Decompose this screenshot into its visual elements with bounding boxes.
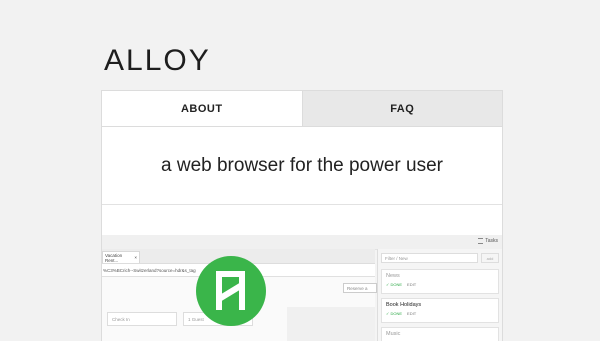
tasks-label: Tasks xyxy=(485,238,498,244)
preview-edit-label: EDIT xyxy=(407,311,417,316)
preview-done-label: ✓ DONE xyxy=(386,282,403,287)
preview-topbar: Tasks xyxy=(102,235,502,250)
tasks-toggle: Tasks xyxy=(478,238,498,244)
content-card: ABOUT FAQ a web browser for the power us… xyxy=(101,90,503,341)
preview-task-card: News ✓ DONE EDIT xyxy=(381,269,499,294)
preview-tab-title: Vacation Rent... xyxy=(105,252,123,263)
preview-reserve-button: Reserve a xyxy=(343,283,377,293)
preview-task-title: News xyxy=(386,273,400,279)
preview-task-title: Book Holidays xyxy=(386,302,422,308)
preview-task-title: Music xyxy=(386,331,401,337)
preview-filter-input: Filter / New xyxy=(381,253,478,263)
preview-map-area xyxy=(287,307,375,341)
tab-about[interactable]: ABOUT xyxy=(102,91,302,126)
preview-edit-label: EDIT xyxy=(407,282,417,287)
preview-done-label: ✓ DONE xyxy=(386,311,403,316)
alloy-logo-icon xyxy=(196,256,266,326)
close-icon: × xyxy=(134,255,137,260)
list-icon xyxy=(478,238,484,244)
preview-task-card: Music xyxy=(381,327,499,341)
preview-task-card: Book Holidays ✓ DONE EDIT xyxy=(381,298,499,323)
preview-add-button: add xyxy=(481,253,499,263)
tagline: a web browser for the power user xyxy=(102,127,502,205)
preview-check-in-field: Check In xyxy=(107,312,177,326)
preview-task-actions: ✓ DONE EDIT xyxy=(382,279,498,287)
app-preview-screenshot: Tasks Vacation Rent... × %C3%BCrich--Swi… xyxy=(102,235,502,341)
divider xyxy=(102,205,502,237)
alloy-logo-glyph xyxy=(216,271,245,310)
preview-tasks-panel: Filter / New add News ✓ DONE EDIT Book H… xyxy=(377,249,502,341)
tab-bar: ABOUT FAQ xyxy=(102,91,502,127)
site-logo-text: ALLOY xyxy=(104,44,211,77)
preview-browser-tab: Vacation Rent... × xyxy=(102,251,140,263)
preview-task-actions: ✓ DONE EDIT xyxy=(382,308,498,316)
tab-faq[interactable]: FAQ xyxy=(301,91,502,126)
